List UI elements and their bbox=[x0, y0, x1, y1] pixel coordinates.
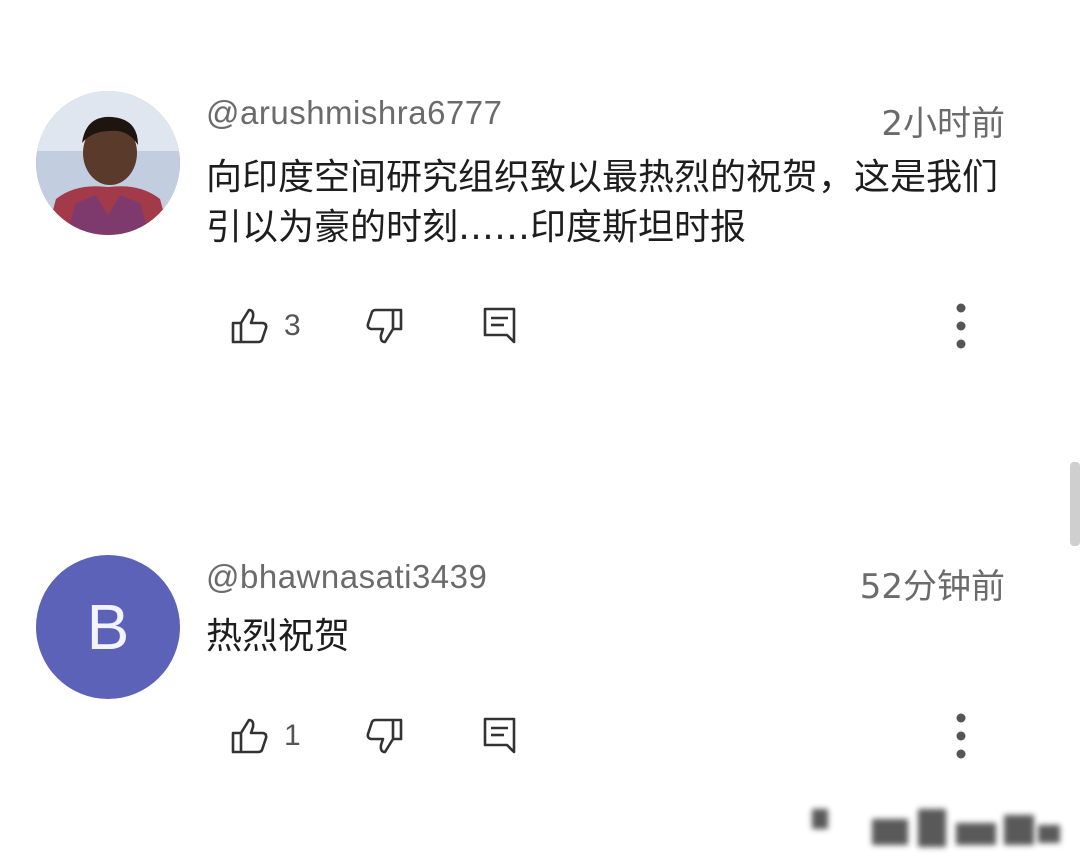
more-vertical-icon bbox=[956, 303, 966, 349]
thumbs-down-icon bbox=[366, 308, 403, 344]
avatar[interactable] bbox=[36, 91, 180, 235]
thumbs-up-icon bbox=[231, 308, 268, 344]
comment-author[interactable]: @bhawnasati3439 bbox=[206, 558, 487, 596]
thumbs-down-icon bbox=[366, 718, 403, 754]
dislike-button[interactable] bbox=[364, 306, 404, 346]
like-count: 3 bbox=[284, 309, 301, 342]
scrollbar[interactable] bbox=[1070, 462, 1080, 546]
like-button[interactable]: 3 bbox=[230, 306, 301, 346]
comment-actions: 1 bbox=[0, 706, 1080, 766]
thumbs-up-icon bbox=[231, 718, 268, 754]
avatar-photo-image bbox=[36, 91, 180, 235]
reply-icon bbox=[483, 307, 516, 344]
like-button[interactable]: 1 bbox=[230, 716, 301, 756]
reply-icon bbox=[483, 717, 516, 754]
comment-timestamp: 2小时前 bbox=[881, 104, 1005, 144]
more-options-button[interactable] bbox=[954, 712, 968, 764]
comment-author[interactable]: @arushmishra6777 bbox=[206, 94, 502, 132]
dislike-button[interactable] bbox=[364, 716, 404, 756]
reply-button[interactable] bbox=[482, 306, 518, 346]
comment-timestamp: 52分钟前 bbox=[859, 567, 1005, 607]
more-options-button[interactable] bbox=[954, 302, 968, 354]
comment-text: 热烈祝贺 bbox=[206, 616, 351, 657]
more-vertical-icon bbox=[956, 713, 966, 759]
avatar-initial: B bbox=[86, 591, 130, 663]
avatar[interactable]: B bbox=[36, 555, 180, 699]
reply-button[interactable] bbox=[482, 716, 518, 756]
comment-text: 向印度空间研究组织致以最热烈的祝贺，这是我们引以为豪的时刻……印度斯坦时报 bbox=[206, 157, 999, 248]
like-count: 1 bbox=[284, 719, 301, 752]
comment-actions: 3 bbox=[0, 296, 1080, 356]
watermark bbox=[780, 805, 1070, 855]
